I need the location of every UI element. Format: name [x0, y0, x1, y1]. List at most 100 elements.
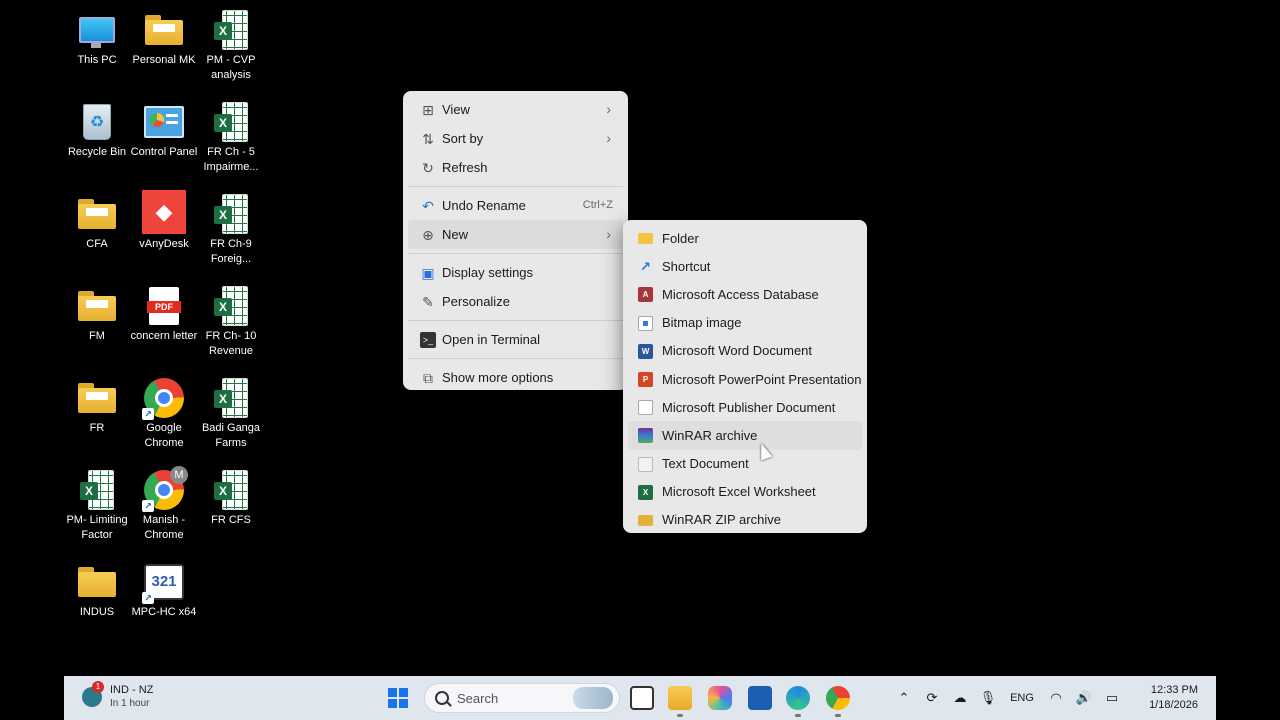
- desktop-icon-google-chrome[interactable]: ↗ Google Chrome: [131, 372, 197, 451]
- shortcut-hint: Ctrl+Z: [582, 199, 613, 211]
- notification-badge: 1: [92, 681, 104, 693]
- blank-document-icon: [638, 400, 653, 416]
- taskbar-search[interactable]: Search: [424, 683, 620, 713]
- desktop-icon-mpc-hc[interactable]: 321 ↗ MPC-HC x64: [131, 556, 197, 620]
- desktop-icon-cfa[interactable]: CFA: [64, 188, 130, 252]
- new-item-folder[interactable]: Folder: [628, 224, 862, 252]
- desktop: This PC Personal MK X PM - CVP analysis …: [64, 0, 274, 676]
- desktop-icon-indus[interactable]: INDUS: [64, 556, 130, 620]
- desktop-icon-manish-chrome[interactable]: M ↗ Manish - Chrome: [131, 464, 197, 543]
- new-item-access[interactable]: A Microsoft Access Database: [628, 280, 862, 308]
- menu-item-new[interactable]: ⊕ New ›: [408, 220, 623, 249]
- profile-avatar: M: [170, 466, 188, 484]
- desktop-icon-recycle-bin[interactable]: ♻ Recycle Bin: [64, 96, 130, 160]
- access-icon: A: [638, 287, 653, 303]
- menu-item-open-terminal[interactable]: >_ Open in Terminal: [408, 325, 623, 354]
- desktop-icon-fr-cfs[interactable]: X FR CFS: [198, 464, 264, 528]
- volume-icon[interactable]: 🔊: [1070, 690, 1098, 706]
- battery-icon[interactable]: ▭: [1098, 690, 1126, 706]
- windows-logo-icon: [388, 688, 397, 697]
- desktop-icon-pm-cvp[interactable]: X PM - CVP analysis: [198, 4, 264, 83]
- text-document-icon: [638, 456, 653, 472]
- wifi-icon[interactable]: ◠: [1042, 690, 1070, 706]
- folder-icon: [77, 378, 117, 418]
- task-view-icon[interactable]: [630, 686, 654, 710]
- menu-separator: [408, 320, 623, 321]
- menu-item-display-settings[interactable]: ▣ Display settings: [408, 258, 623, 287]
- folder-icon: [77, 194, 117, 234]
- running-indicator: [677, 714, 683, 717]
- excel-file-icon: X: [211, 378, 251, 418]
- language-indicator[interactable]: ENG: [1002, 692, 1042, 704]
- new-item-bitmap[interactable]: Bitmap image: [628, 309, 862, 337]
- desktop-icon-this-pc[interactable]: This PC: [64, 4, 130, 68]
- new-item-publisher[interactable]: Microsoft Publisher Document: [628, 393, 862, 421]
- desktop-icon-control-panel[interactable]: Control Panel: [131, 96, 197, 160]
- desktop-icon-badi-ganga[interactable]: X Badi Ganga Farms: [198, 372, 264, 451]
- desktop-icon-fr-ch10[interactable]: X FR Ch- 10 Revenue: [198, 280, 264, 359]
- excel-file-icon: X: [211, 10, 251, 50]
- sort-icon: ⇅: [422, 131, 434, 147]
- desktop-icon-fr[interactable]: FR: [64, 372, 130, 436]
- excel-file-icon: X: [211, 470, 251, 510]
- clock[interactable]: 12:33 PM 1/18/2026: [1126, 683, 1216, 713]
- desktop-icon-fr-ch5[interactable]: X FR Ch - 5 Impairme...: [198, 96, 264, 175]
- folder-icon: [77, 286, 117, 326]
- system-tray: ⌃ ⟳ ☁ 🎙 ENG ◠ 🔊 ▭ 12:33 PM 1/18/2026: [890, 676, 1216, 720]
- excel-file-icon: X: [211, 194, 251, 234]
- new-item-word[interactable]: W Microsoft Word Document: [628, 337, 862, 365]
- excel-file-icon: X: [211, 286, 251, 326]
- folder-icon: [77, 562, 117, 602]
- running-indicator: [795, 714, 801, 717]
- menu-item-show-more-options[interactable]: ⧉ Show more options: [408, 363, 623, 392]
- desktop-icon-fr-ch9[interactable]: X FR Ch-9 Foreig...: [198, 188, 264, 267]
- weather-icon: 1: [82, 681, 104, 707]
- zip-icon: [638, 514, 653, 526]
- copilot-icon[interactable]: [708, 686, 732, 710]
- desktop-icon-personal-mk[interactable]: Personal MK: [131, 4, 197, 68]
- new-item-zip[interactable]: WinRAR ZIP archive: [628, 506, 862, 534]
- recycle-bin-icon: ♻: [77, 102, 117, 142]
- desktop-icon-anydesk[interactable]: ◆ vAnyDesk: [131, 188, 197, 252]
- plus-circle-icon: ⊕: [422, 227, 434, 243]
- winrar-icon: [638, 428, 653, 444]
- chevron-right-icon: ›: [606, 130, 611, 146]
- microsoft-store-icon[interactable]: [748, 686, 772, 710]
- chrome-icon: ↗: [142, 378, 184, 420]
- excel-file-icon: X: [211, 102, 251, 142]
- new-item-winrar[interactable]: WinRAR archive: [628, 421, 862, 450]
- running-indicator: [835, 714, 841, 717]
- new-item-shortcut[interactable]: ↗ Shortcut: [628, 252, 862, 280]
- file-explorer-icon[interactable]: [668, 686, 692, 710]
- edge-icon[interactable]: [786, 686, 810, 710]
- menu-item-refresh[interactable]: ↻ Refresh: [408, 153, 623, 182]
- anydesk-icon: ◆: [142, 190, 186, 234]
- desktop-icon-concern-letter[interactable]: PDF concern letter: [131, 280, 197, 344]
- folder-icon: [638, 233, 653, 244]
- new-item-text-document[interactable]: Text Document: [628, 450, 862, 478]
- start-button[interactable]: [388, 688, 408, 708]
- chevron-up-icon[interactable]: ⌃: [890, 690, 918, 706]
- shortcut-arrow-icon: ↗: [142, 500, 154, 512]
- cloud-off-icon[interactable]: ☁: [946, 690, 974, 706]
- powerpoint-icon: P: [638, 371, 653, 387]
- menu-item-undo-rename[interactable]: ↶ Undo Rename Ctrl+Z: [408, 191, 623, 220]
- bitmap-icon: [638, 315, 653, 331]
- monitor-icon: [77, 10, 117, 50]
- word-icon: W: [638, 343, 653, 359]
- excel-file-icon: X: [77, 470, 117, 510]
- sync-icon[interactable]: ⟳: [918, 690, 946, 706]
- chrome-icon[interactable]: [826, 686, 850, 710]
- menu-item-view[interactable]: ⊞ View ›: [408, 95, 623, 124]
- terminal-icon: >_: [420, 332, 436, 348]
- new-item-powerpoint[interactable]: P Microsoft PowerPoint Presentation: [628, 365, 862, 393]
- weather-widget[interactable]: 1 IND - NZ In 1 hour: [82, 681, 153, 711]
- new-item-excel[interactable]: X Microsoft Excel Worksheet: [628, 478, 862, 506]
- menu-item-sort-by[interactable]: ⇅ Sort by ›: [408, 124, 623, 153]
- desktop-icon-fm[interactable]: FM: [64, 280, 130, 344]
- shortcut-arrow-icon: ↗: [640, 259, 651, 275]
- microphone-icon[interactable]: 🎙: [974, 690, 1002, 706]
- desktop-icon-pm-limiting[interactable]: X PM- Limiting Factor: [64, 464, 130, 543]
- clock-date: 1/18/2026: [1149, 699, 1198, 711]
- menu-item-personalize[interactable]: ✎ Personalize: [408, 287, 623, 316]
